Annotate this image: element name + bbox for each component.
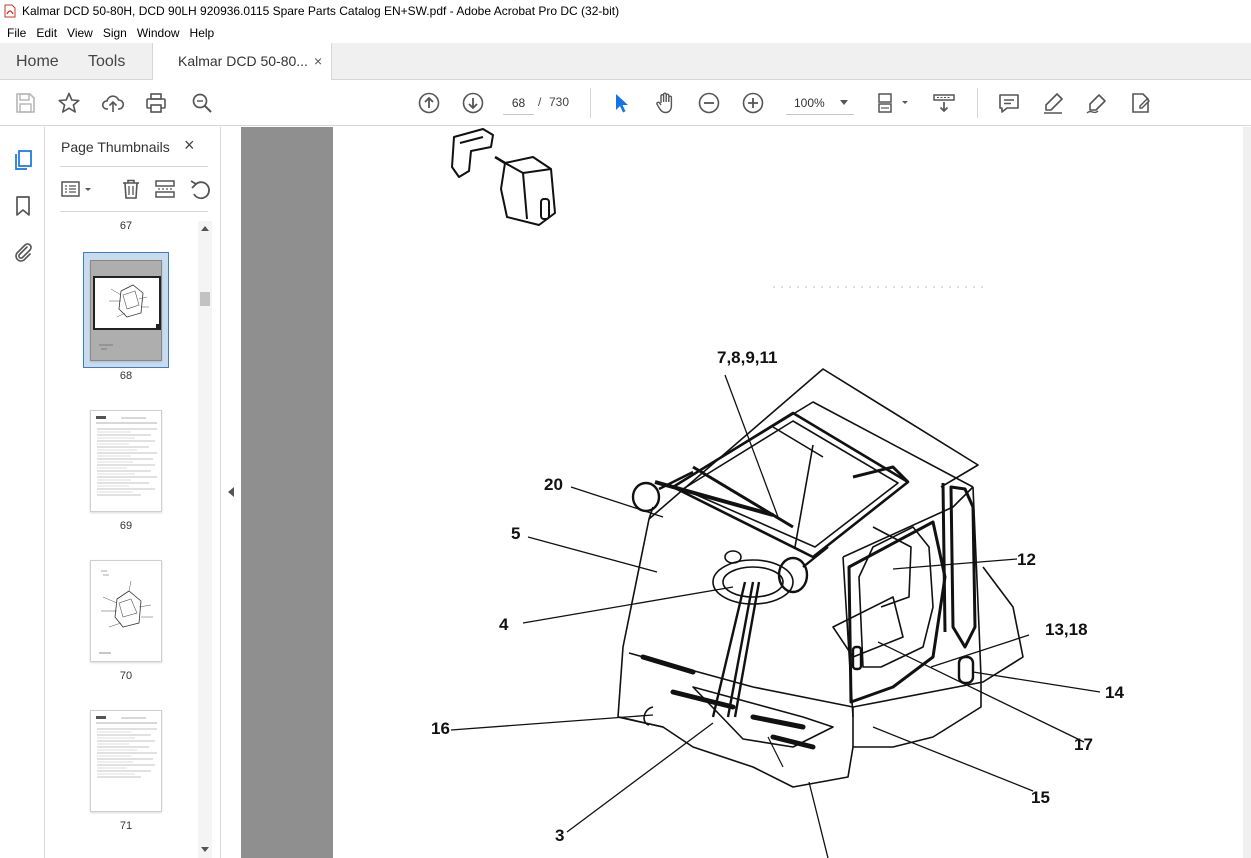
title-bar: Kalmar DCD 50-80H, DCD 90LH 920936.0115 …: [0, 0, 1251, 22]
thumbnail-page-label: 68: [119, 370, 133, 382]
callout-label: 5: [511, 524, 521, 543]
thumbnail-page-label: 71: [119, 820, 133, 832]
menu-help[interactable]: Help: [185, 26, 220, 40]
toolbar-divider: [590, 88, 591, 118]
page-separator: /: [538, 95, 542, 109]
tab-tools[interactable]: Tools: [88, 43, 125, 80]
callout-label: 20: [544, 475, 563, 494]
sign-icon[interactable]: [1085, 91, 1109, 115]
chevron-down-icon: [840, 100, 848, 105]
panel-title: Page Thumbnails: [61, 139, 170, 155]
scroll-down-icon[interactable]: [201, 847, 209, 852]
menu-bar: File Edit View Sign Window Help: [0, 22, 1251, 43]
page-fit-icon[interactable]: [876, 91, 912, 115]
find-icon[interactable]: [190, 91, 214, 115]
panel-close-icon[interactable]: ×: [184, 135, 195, 156]
callout-label: 12: [1017, 550, 1036, 569]
thumbnail-page-label: 67: [119, 220, 133, 232]
print-icon[interactable]: [144, 91, 168, 115]
pdf-page: 7,8,9,11 20 5 4 12 13,18 14 16 17 15 3: [333, 127, 1243, 858]
zoom-out-icon[interactable]: [697, 91, 721, 115]
thumbnail-toolbar: [60, 177, 210, 203]
callout-label: 17: [1074, 735, 1093, 754]
menu-edit[interactable]: Edit: [31, 26, 62, 40]
insert-page-icon[interactable]: [153, 177, 177, 201]
zoom-value: 100%: [794, 96, 825, 110]
trash-icon[interactable]: [119, 177, 143, 201]
tab-document[interactable]: Kalmar DCD 50-80... ×: [152, 43, 332, 81]
acrobat-app-icon: [4, 4, 16, 18]
zoom-in-icon[interactable]: [741, 91, 765, 115]
page-total: 730: [549, 95, 570, 109]
upload-icon[interactable]: [101, 91, 125, 115]
left-navigation-rail: [0, 127, 45, 858]
tab-document-label: Kalmar DCD 50-80...: [178, 53, 308, 69]
thumbnail-options-icon[interactable]: [60, 177, 94, 201]
tab-close-icon[interactable]: ×: [314, 43, 322, 80]
scroll-up-icon[interactable]: [201, 226, 209, 231]
thumbnail-page-label: 69: [119, 520, 133, 532]
attachment-icon[interactable]: [11, 240, 35, 264]
page-thumbnails-icon[interactable]: [11, 148, 35, 172]
toolbar-divider: [977, 88, 978, 118]
thumbnail-list: 67 68 69 70 71: [46, 213, 206, 858]
prev-page-icon[interactable]: [417, 91, 441, 115]
thumbnail-page-68[interactable]: [90, 260, 162, 361]
cab-parts-drawing: [450, 128, 1101, 858]
menu-window[interactable]: Window: [132, 26, 185, 40]
thumbnail-page-70[interactable]: [90, 560, 162, 662]
main-toolbar: / 730 100%: [0, 80, 1251, 126]
select-cursor-icon[interactable]: [609, 91, 633, 115]
thumbnail-scrollbar[interactable]: [198, 221, 212, 858]
fill-sign-icon[interactable]: [1129, 91, 1153, 115]
tab-home[interactable]: Home: [16, 43, 59, 80]
thumbnail-page-69[interactable]: [90, 410, 162, 512]
scrollbar-thumb[interactable]: [200, 292, 210, 306]
thumbnail-page-71[interactable]: [90, 710, 162, 812]
star-icon[interactable]: [57, 91, 81, 115]
panel-divider: [60, 211, 208, 212]
menu-view[interactable]: View: [62, 26, 98, 40]
tab-bar: Home Tools Kalmar DCD 50-80... ×: [0, 43, 1251, 81]
callout-label: 15: [1031, 788, 1050, 807]
rotate-icon[interactable]: [188, 177, 212, 201]
callout-label: 14: [1105, 683, 1124, 702]
save-icon[interactable]: [13, 91, 37, 115]
menu-sign[interactable]: Sign: [98, 26, 132, 40]
document-scrollbar[interactable]: [1243, 127, 1251, 858]
document-view[interactable]: 7,8,9,11 20 5 4 12 13,18 14 16 17 15 3: [241, 127, 1251, 858]
window-title: Kalmar DCD 50-80H, DCD 90LH 920936.0115 …: [22, 4, 620, 18]
menu-file[interactable]: File: [2, 26, 31, 40]
bookmark-icon[interactable]: [11, 194, 35, 218]
panel-splitter[interactable]: [220, 127, 241, 858]
next-page-icon[interactable]: [461, 91, 485, 115]
thumbnail-page-label: 70: [119, 670, 133, 682]
highlight-icon[interactable]: [1041, 91, 1065, 115]
page-number-input[interactable]: [503, 91, 534, 115]
panel-divider: [60, 166, 208, 167]
collapse-panel-icon[interactable]: [228, 487, 234, 497]
scroll-mode-icon[interactable]: [932, 91, 956, 115]
callout-label: 13,18: [1045, 620, 1088, 639]
callout-label: 16: [431, 719, 450, 738]
callout-label: 7,8,9,11: [717, 348, 778, 367]
callout-label: 4: [499, 615, 509, 634]
hand-icon[interactable]: [653, 91, 677, 115]
comment-icon[interactable]: [997, 91, 1021, 115]
zoom-select[interactable]: 100%: [786, 91, 854, 115]
callout-label: 3: [555, 826, 565, 845]
page-thumbnails-panel: Page Thumbnails × 67 68 69 70 71: [46, 127, 220, 858]
